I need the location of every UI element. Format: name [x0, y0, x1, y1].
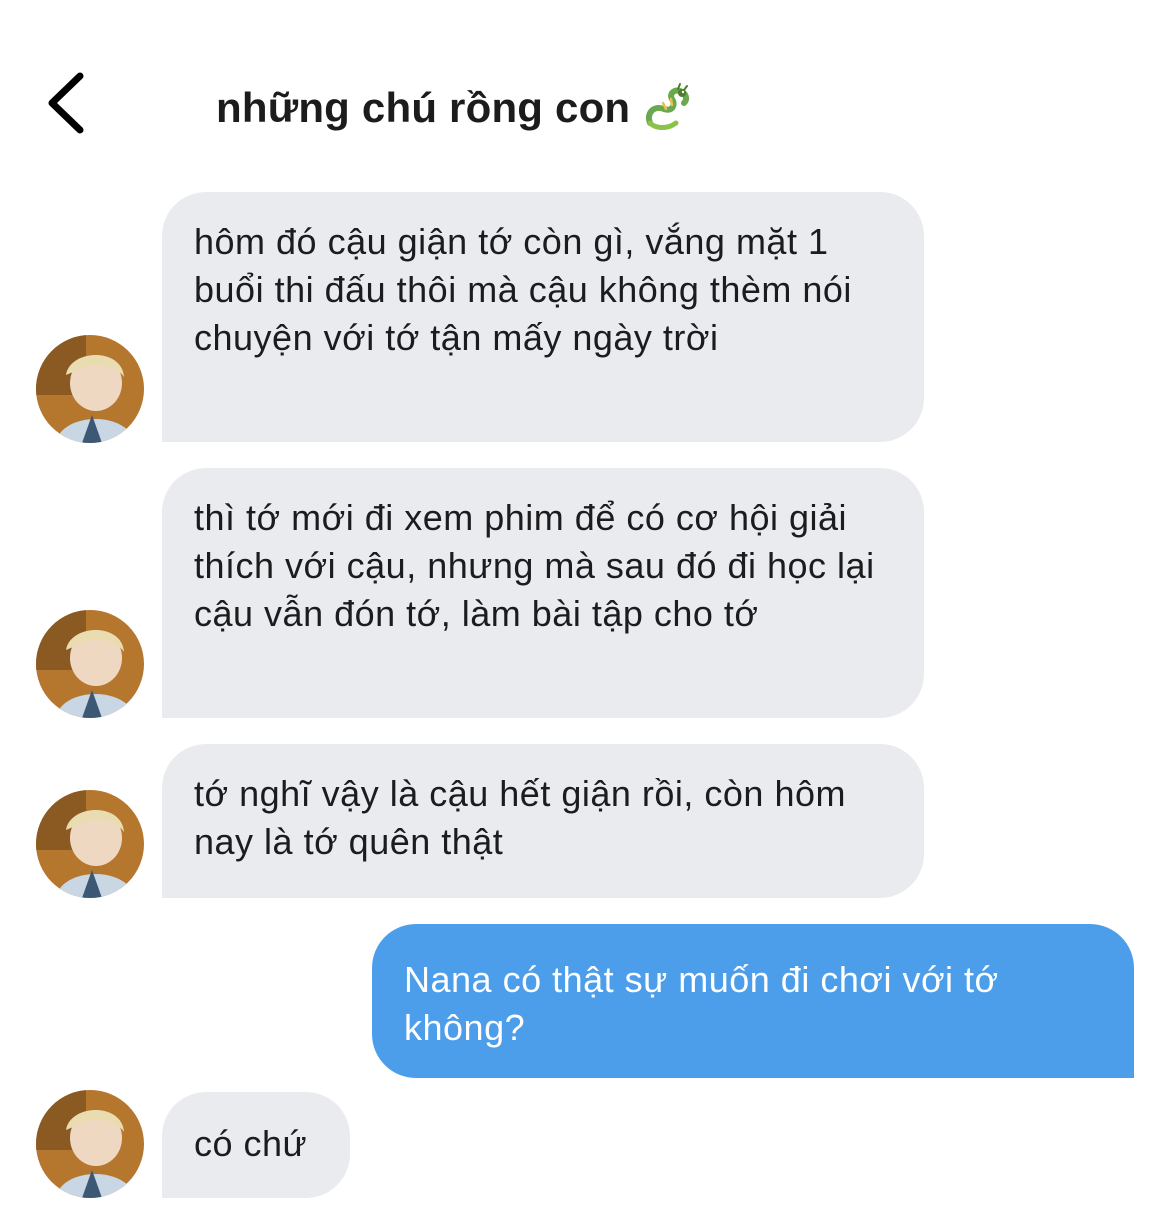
message-text: thì tớ mới đi xem phim để có cơ hội giải… — [194, 497, 875, 634]
avatar[interactable] — [36, 1090, 144, 1198]
message-text: có chứ — [194, 1123, 308, 1164]
incoming-message-bubble[interactable]: hôm đó cậu giận tớ còn gì, vắng mặt 1 bu… — [162, 192, 924, 442]
avatar-photo — [36, 790, 144, 898]
chat-screen: những chú rồng con hôm đó cậu giận tớ cò… — [0, 0, 1169, 1217]
avatar[interactable] — [36, 790, 144, 898]
chat-title-area: những chú rồng con — [216, 78, 692, 138]
chevron-left-icon — [48, 72, 84, 134]
avatar-photo — [36, 1090, 144, 1198]
avatar[interactable] — [36, 335, 144, 443]
avatar-photo — [36, 610, 144, 718]
chat-header: những chú rồng con — [0, 0, 1169, 170]
avatar-photo — [36, 335, 144, 443]
dragon-icon — [646, 83, 690, 130]
incoming-message-bubble[interactable]: thì tớ mới đi xem phim để có cơ hội giải… — [162, 468, 924, 718]
chat-title: những chú rồng con — [216, 84, 631, 131]
message-text: hôm đó cậu giận tớ còn gì, vắng mặt 1 bu… — [194, 221, 852, 358]
avatar[interactable] — [36, 610, 144, 718]
outgoing-message-bubble[interactable]: Nana có thật sự muốn đi chơi với tớ khôn… — [372, 924, 1134, 1078]
incoming-message-bubble[interactable]: tớ nghĩ vậy là cậu hết giận rồi, còn hôm… — [162, 744, 924, 898]
incoming-message-bubble[interactable]: có chứ — [162, 1092, 350, 1198]
back-button[interactable] — [40, 68, 100, 138]
message-text: Nana có thật sự muốn đi chơi với tớ khôn… — [404, 959, 999, 1048]
message-text: tớ nghĩ vậy là cậu hết giận rồi, còn hôm… — [194, 773, 846, 862]
